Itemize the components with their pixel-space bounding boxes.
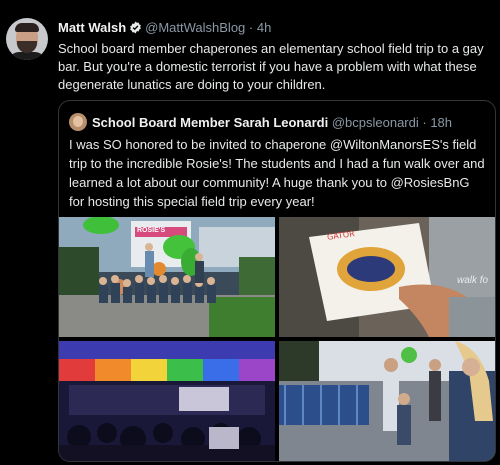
photo-walking-sidewalk[interactable]: [279, 341, 495, 461]
photo-group-outside[interactable]: ROSIE'S: [59, 217, 275, 337]
author-name[interactable]: Matt Walsh: [58, 20, 126, 35]
quoted-tweet-timestamp[interactable]: · 18h: [422, 115, 452, 130]
verified-badge-icon: [129, 21, 142, 37]
tweet[interactable]: Matt Walsh @MattWalshBlog · 4h School boa…: [0, 0, 500, 465]
tweet-header: Matt Walsh @MattWalshBlog · 4h: [58, 20, 271, 37]
rosies-sign-text: ROSIE'S: [137, 227, 166, 234]
author-handle[interactable]: @MattWalshBlog: [145, 20, 245, 35]
tweet-text: School board member chaperones an elemen…: [58, 41, 484, 92]
media-grid: ROSIE'S GATOR walk fo: [59, 217, 495, 461]
author-avatar[interactable]: [6, 18, 48, 60]
tweet-timestamp[interactable]: · 4h: [249, 20, 271, 35]
photo-bar-interior[interactable]: [59, 341, 275, 461]
quoted-tweet[interactable]: School Board Member Sarah Leonardi @bcps…: [58, 100, 496, 462]
shirt-text: walk fo: [457, 275, 489, 286]
quoted-author-handle[interactable]: @bcpsleonardi: [332, 115, 419, 130]
quoted-author-name[interactable]: School Board Member Sarah Leonardi: [92, 115, 328, 130]
quoted-author-avatar[interactable]: [69, 113, 87, 131]
quoted-tweet-header: School Board Member Sarah Leonardi @bcps…: [69, 113, 452, 131]
quoted-tweet-text: I was SO honored to be invited to chaper…: [69, 137, 485, 209]
photo-child-drawing[interactable]: GATOR walk fo: [279, 217, 495, 337]
